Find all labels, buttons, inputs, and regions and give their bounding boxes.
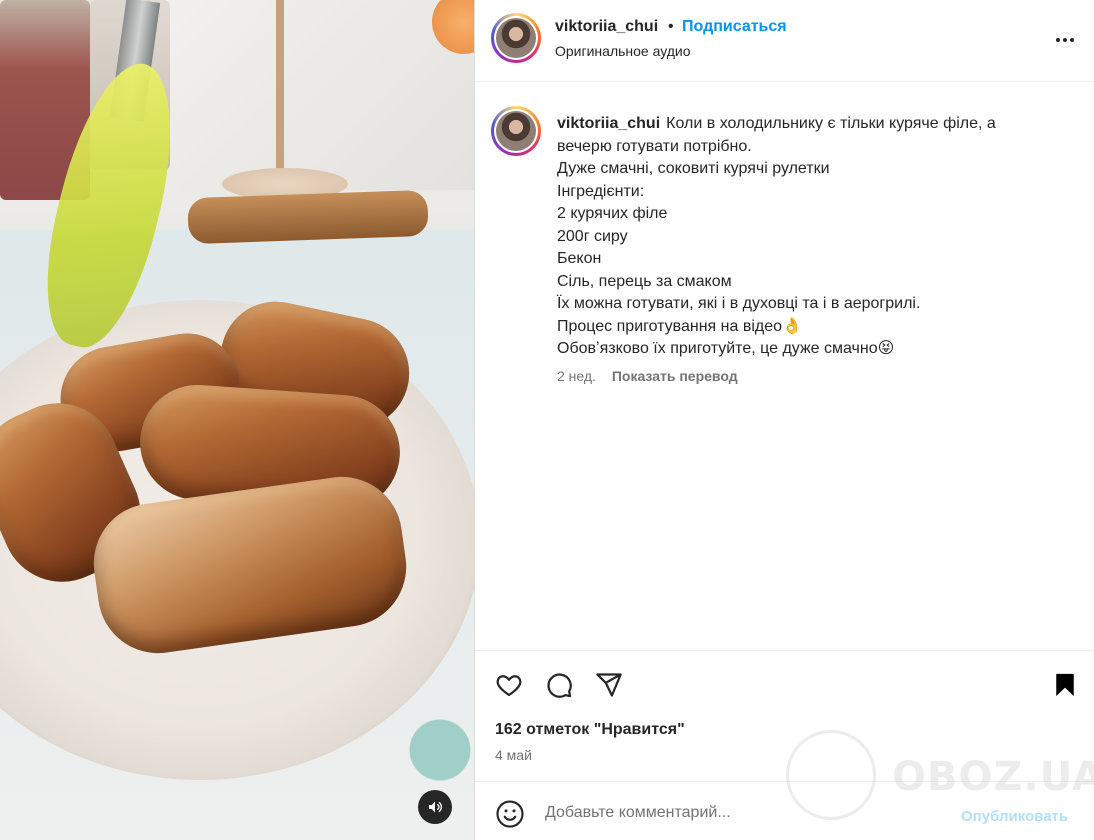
post-age[interactable]: 2 нед.	[557, 368, 596, 384]
author-username[interactable]: viktoriia_chui	[555, 18, 658, 36]
separator-dot: •	[668, 18, 674, 35]
caption-username[interactable]: viktoriia_chui	[557, 115, 660, 132]
comment-bar: Опубликовать	[475, 781, 1094, 840]
caption-line: Коли в холодильнику є тільки куряче філе…	[666, 115, 996, 132]
caption-line: вечерю готувати потрібно.	[557, 137, 752, 155]
comment-button[interactable]	[543, 669, 575, 701]
share-button[interactable]	[593, 669, 625, 701]
avatar-photo	[496, 111, 536, 151]
publish-button[interactable]: Опубликовать	[961, 808, 1068, 825]
follow-button[interactable]: Подписаться	[682, 18, 787, 36]
translate-button[interactable]: Показать перевод	[612, 368, 738, 384]
caption-line: Процес приготування на відео👌	[557, 317, 802, 335]
share-icon	[596, 673, 622, 697]
caption-line: 200г сиру	[557, 227, 628, 245]
caption-line: Дуже смачні, соковиті курячі рулетки	[557, 160, 830, 177]
caption-line: Бекон	[557, 250, 602, 267]
speaker-icon	[429, 801, 443, 813]
post-actions: 162 отметок "Нравится" 4 май	[475, 650, 1094, 780]
like-button[interactable]	[493, 669, 525, 701]
caption-author-avatar[interactable]	[491, 106, 541, 156]
caption-line: Їх можна готувати, які і в духовці та і …	[557, 295, 921, 312]
emoji-button[interactable]	[495, 799, 525, 829]
save-button[interactable]	[1049, 669, 1081, 701]
more-options-button[interactable]	[1053, 28, 1077, 52]
caption-line: Сіль, перець за смаком	[557, 272, 732, 290]
caption-line: 2 курячих філе	[557, 205, 668, 222]
background-wall	[150, 0, 474, 190]
emoji-icon	[496, 800, 524, 828]
bookmark-icon	[1056, 673, 1074, 697]
sound-toggle-button[interactable]	[418, 790, 452, 824]
wooden-stand	[276, 0, 284, 195]
post-date[interactable]: 4 май	[495, 747, 532, 763]
post-video[interactable]	[0, 0, 474, 840]
comment-input[interactable]	[545, 804, 945, 822]
comment-icon	[547, 673, 572, 698]
more-horizontal-icon	[1056, 38, 1074, 42]
measuring-spoons	[187, 189, 429, 245]
caption-line: Обовʼязково їх приготуйте, це дуже смачн…	[557, 340, 895, 357]
likes-count[interactable]: 162 отметок "Нравится"	[495, 721, 685, 739]
author-avatar[interactable]	[491, 13, 541, 63]
caption-meta: 2 нед. Показать перевод	[557, 368, 738, 384]
post-header: viktoriia_chui • Подписаться Оригинально…	[475, 0, 1094, 82]
heart-icon	[496, 675, 522, 697]
caption-section: viktoriia_chui Коли в холодильнику є тіль…	[475, 82, 1094, 650]
avatar-photo	[496, 18, 536, 58]
caption-line: Інгредієнти:	[557, 182, 645, 200]
post-details-panel: viktoriia_chui • Подписаться Оригинально…	[474, 0, 1094, 840]
audio-label[interactable]: Оригинальное аудио	[555, 43, 691, 59]
caption-text: viktoriia_chui Коли в холодильнику є тіль…	[557, 113, 1057, 361]
